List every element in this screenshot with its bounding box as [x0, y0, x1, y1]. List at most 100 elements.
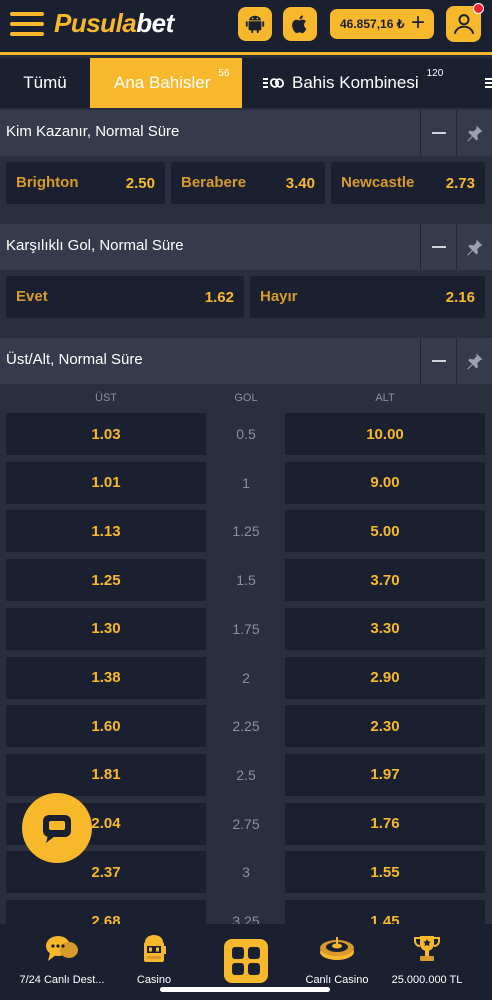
- chat-bubbles-icon: [46, 936, 78, 961]
- odd-button-under[interactable]: 1.76: [285, 802, 485, 845]
- nav-live-support[interactable]: 7/24 Canlı Dest...: [0, 924, 124, 1000]
- pin-icon: [467, 125, 482, 142]
- goal-value: 1.5: [236, 572, 256, 589]
- over-under-row: 1.30 1.75 3.30: [0, 607, 492, 650]
- top-header: Pusulabet 46.857,16 ₺ +: [0, 0, 492, 55]
- market-title: Kim Kazanır, Normal Süre: [6, 123, 180, 140]
- market-header-btts[interactable]: Karşılıklı Gol, Normal Süre: [0, 224, 492, 270]
- over-odd: 1.01: [91, 474, 121, 492]
- over-odd: 1.81: [91, 766, 121, 784]
- logo-text-part2: bet: [136, 8, 174, 38]
- chat-icon: [43, 815, 71, 843]
- goal-line: 3: [210, 851, 282, 893]
- odd-button-over[interactable]: 1.60: [6, 705, 206, 748]
- odd-button-under[interactable]: 2.30: [285, 705, 485, 748]
- tab-count: 120: [426, 67, 444, 79]
- over-under-row: 1.13 1.25 5.00: [0, 510, 492, 553]
- nav-label: 7/24 Canlı Dest...: [19, 974, 105, 986]
- odd-button-yes[interactable]: Evet 1.62: [6, 276, 244, 318]
- collapse-button[interactable]: [420, 110, 456, 156]
- balance-amount: 46.857,16 ₺: [340, 17, 405, 31]
- bottom-navigation: 7/24 Canlı Dest... Casino Canlı Casino 2…: [0, 924, 492, 1000]
- slot-machine-icon: [144, 935, 166, 962]
- under-odd: 1.76: [370, 815, 400, 833]
- odd-button-under[interactable]: 10.00: [285, 413, 485, 455]
- odd-button-over[interactable]: 1.38: [6, 656, 206, 699]
- odd-button-over[interactable]: 1.81: [6, 753, 206, 796]
- outcome-name: Evet: [16, 288, 48, 305]
- menu-icon[interactable]: [10, 12, 44, 36]
- goal-line: 1.25: [210, 510, 282, 552]
- over-odd: 1.03: [91, 425, 121, 443]
- odd-button-under[interactable]: 5.00: [285, 510, 485, 553]
- goal-value: 3.25: [232, 913, 260, 924]
- notification-dot: [473, 3, 484, 14]
- over-odd: 2.68: [91, 912, 121, 925]
- over-odd: 2.37: [91, 863, 121, 881]
- odd-button-over[interactable]: 2.68: [6, 900, 206, 924]
- nav-label: 25.000.000 TL: [391, 974, 463, 986]
- collapse-button[interactable]: [420, 224, 456, 270]
- pin-button[interactable]: [456, 224, 492, 270]
- goal-line: 3.25: [210, 900, 282, 924]
- goal-value: 1: [242, 474, 250, 491]
- under-odd: 2.30: [370, 717, 400, 735]
- under-odd: 5.00: [370, 522, 400, 540]
- odd-button-over[interactable]: 1.13: [6, 510, 206, 553]
- tab-main-bets[interactable]: Ana Bahisler 56: [90, 58, 242, 108]
- goal-line: 1: [210, 462, 282, 504]
- more-tab-icon: [485, 78, 492, 88]
- odd-button-no[interactable]: Hayır 2.16: [250, 276, 485, 318]
- odd-button-over[interactable]: 2.37: [6, 851, 206, 894]
- live-chat-button[interactable]: [22, 793, 92, 863]
- tab-label: Bahis Kombinesi: [292, 73, 419, 92]
- android-icon: [245, 15, 265, 34]
- odd-button-newcastle[interactable]: Newcastle 2.73: [331, 162, 485, 204]
- market-header-over-under[interactable]: Üst/Alt, Normal Süre: [0, 338, 492, 384]
- page: Pusulabet 46.857,16 ₺ + Tümü Ana Bahisle…: [0, 0, 492, 1000]
- odd-button-over[interactable]: 1.03: [6, 413, 206, 455]
- minus-icon: [431, 360, 446, 362]
- market-header-winner[interactable]: Kim Kazanır, Normal Süre: [0, 110, 492, 156]
- odd-button-under[interactable]: 1.45: [285, 900, 485, 924]
- nav-jackpot[interactable]: 25.000.000 TL: [384, 924, 470, 1000]
- goal-line: 0.5: [210, 413, 282, 455]
- under-odd: 1.45: [370, 912, 400, 925]
- odd-button-under[interactable]: 2.90: [285, 656, 485, 699]
- collapse-button[interactable]: [420, 338, 456, 384]
- minus-icon: [431, 246, 446, 248]
- tab-more[interactable]: [482, 58, 492, 108]
- odd-button-under[interactable]: 1.55: [285, 851, 485, 894]
- nav-grid-menu[interactable]: [224, 939, 268, 983]
- odd-button-under[interactable]: 1.97: [285, 753, 485, 796]
- odd-button-brighton[interactable]: Brighton 2.50: [6, 162, 165, 204]
- goal-value: 2.5: [236, 766, 256, 783]
- balance-button[interactable]: 46.857,16 ₺ +: [330, 9, 434, 39]
- pin-button[interactable]: [456, 110, 492, 156]
- tab-count: 56: [218, 67, 230, 79]
- odd-button-draw[interactable]: Berabere 3.40: [171, 162, 325, 204]
- odd-button-over[interactable]: 1.30: [6, 607, 206, 650]
- android-app-button[interactable]: [238, 7, 272, 41]
- grid-icon: [232, 947, 244, 959]
- pin-icon: [467, 239, 482, 256]
- pin-button[interactable]: [456, 338, 492, 384]
- user-account-button[interactable]: [446, 3, 484, 42]
- logo[interactable]: Pusulabet: [54, 8, 174, 39]
- outcome-odd: 2.50: [125, 175, 155, 192]
- tab-all[interactable]: Tümü: [0, 58, 90, 108]
- odd-button-under[interactable]: 9.00: [285, 461, 485, 504]
- goal-value: 0.5: [236, 426, 256, 442]
- odd-button-under[interactable]: 3.70: [285, 559, 485, 602]
- odd-button-over[interactable]: 1.25: [6, 559, 206, 602]
- nav-label: Canlı Casino: [305, 974, 369, 986]
- tab-bet-combo[interactable]: Bahis Kombinesi 120: [262, 58, 462, 108]
- odd-button-over[interactable]: 1.01: [6, 461, 206, 504]
- under-odd: 10.00: [366, 425, 404, 443]
- odd-button-under[interactable]: 3.30: [285, 607, 485, 650]
- plus-icon[interactable]: +: [411, 10, 425, 36]
- goal-line: 1.5: [210, 559, 282, 601]
- market-tabs: Tümü Ana Bahisler 56 Bahis Kombinesi 120: [0, 58, 492, 108]
- column-header-under: ALT: [375, 392, 395, 404]
- ios-app-button[interactable]: [283, 7, 317, 41]
